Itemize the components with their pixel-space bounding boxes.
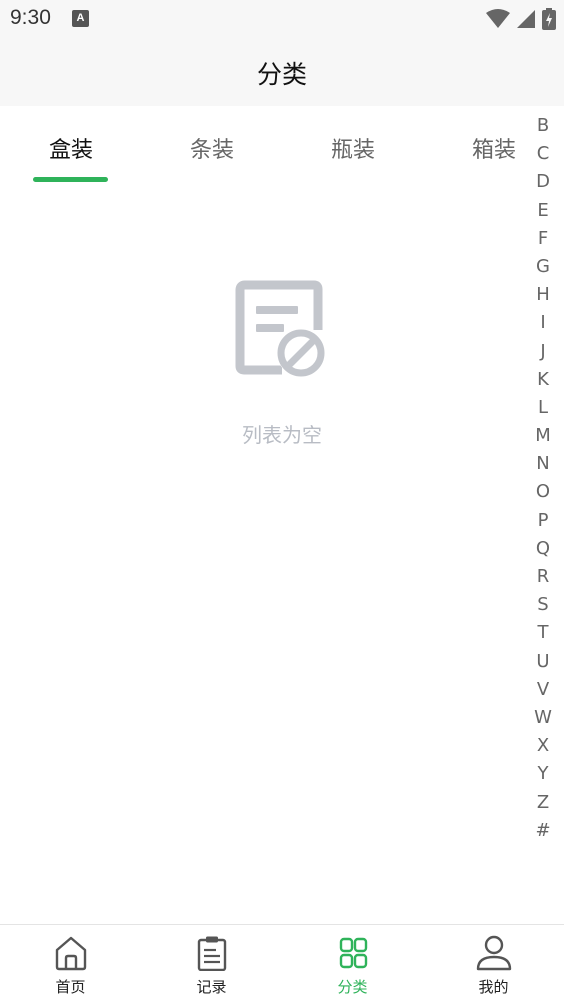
index-letter[interactable]: C bbox=[530, 140, 556, 168]
index-letter[interactable]: I bbox=[530, 309, 556, 337]
index-letter[interactable]: B bbox=[530, 112, 556, 140]
wifi-icon bbox=[486, 9, 510, 28]
index-letter[interactable]: U bbox=[530, 648, 556, 676]
index-letter[interactable]: X bbox=[530, 732, 556, 760]
tab-carton[interactable]: 条装 bbox=[157, 132, 267, 164]
home-icon bbox=[55, 936, 87, 971]
nav-item-category[interactable]: 分类 bbox=[282, 925, 423, 1004]
nav-item-records[interactable]: 记录 bbox=[141, 925, 282, 1004]
index-letter[interactable]: T bbox=[530, 619, 556, 647]
index-letter[interactable]: L bbox=[530, 394, 556, 422]
index-letter[interactable]: S bbox=[530, 591, 556, 619]
nav-label-home: 首页 bbox=[55, 978, 86, 996]
status-icons bbox=[486, 8, 556, 30]
bottom-navigation: 首页 记录 分类 我的 bbox=[0, 924, 564, 1004]
index-letter[interactable]: G bbox=[530, 253, 556, 281]
tab-bottled[interactable]: 瓶装 bbox=[298, 132, 408, 164]
index-letter[interactable]: W bbox=[530, 704, 556, 732]
index-letter[interactable]: D bbox=[530, 168, 556, 196]
nav-label-records: 记录 bbox=[196, 978, 227, 996]
empty-list-icon bbox=[235, 280, 325, 377]
index-letter[interactable]: V bbox=[530, 676, 556, 704]
app-notification-icon: A bbox=[72, 10, 89, 27]
index-letter[interactable]: M bbox=[530, 422, 556, 450]
index-letter[interactable]: R bbox=[530, 563, 556, 591]
grid-icon bbox=[339, 937, 368, 969]
tab-boxed[interactable]: 盒装 bbox=[16, 132, 126, 164]
header: 分类 bbox=[0, 38, 564, 106]
index-letter[interactable]: E bbox=[530, 197, 556, 225]
index-letter[interactable]: K bbox=[530, 366, 556, 394]
status-bar: 9:30 A bbox=[0, 0, 564, 38]
index-letter[interactable]: Z bbox=[530, 789, 556, 817]
alphabet-index[interactable]: B C D E F G H I J K L M N O P Q R S T U … bbox=[530, 112, 556, 845]
index-letter[interactable]: O bbox=[530, 478, 556, 506]
index-letter[interactable]: # bbox=[530, 817, 556, 845]
index-letter[interactable]: P bbox=[530, 507, 556, 535]
user-icon bbox=[476, 935, 512, 971]
signal-icon bbox=[517, 10, 535, 28]
nav-item-mine[interactable]: 我的 bbox=[423, 925, 564, 1004]
nav-label-mine: 我的 bbox=[478, 978, 509, 996]
empty-state-text: 列表为空 bbox=[242, 423, 322, 447]
index-letter[interactable]: Y bbox=[530, 760, 556, 788]
category-tabs: 盒装 条装 瓶装 箱装 bbox=[0, 106, 530, 186]
nav-item-home[interactable]: 首页 bbox=[0, 925, 141, 1004]
index-letter[interactable]: Q bbox=[530, 535, 556, 563]
battery-charging-icon bbox=[542, 8, 556, 30]
clipboard-icon bbox=[197, 936, 227, 971]
status-time: 9:30 bbox=[10, 6, 51, 29]
page-title: 分类 bbox=[256, 60, 307, 89]
index-letter[interactable]: J bbox=[530, 338, 556, 366]
index-letter[interactable]: H bbox=[530, 281, 556, 309]
active-tab-indicator bbox=[33, 177, 108, 182]
nav-label-category: 分类 bbox=[337, 978, 368, 996]
index-letter[interactable]: N bbox=[530, 450, 556, 478]
index-letter[interactable]: F bbox=[530, 225, 556, 253]
